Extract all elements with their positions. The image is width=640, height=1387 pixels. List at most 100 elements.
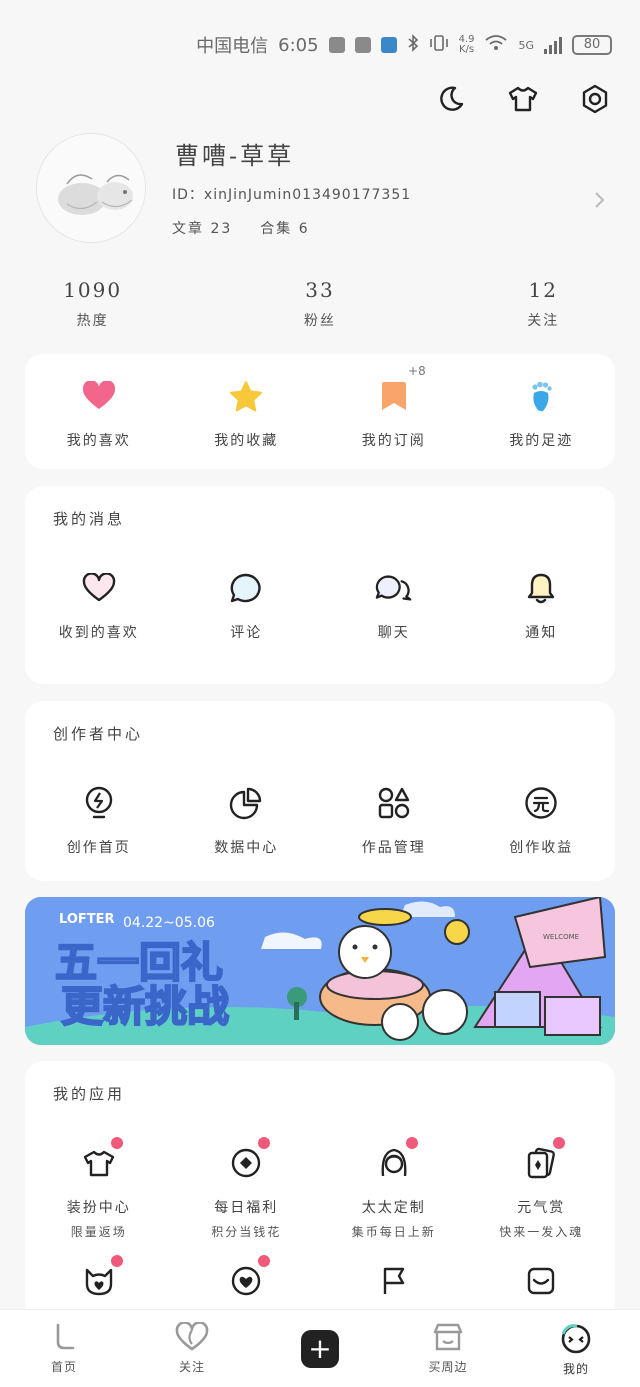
my-likes-button[interactable]: 我的喜欢 <box>25 376 173 450</box>
message-label: 收到的喜欢 <box>58 625 139 641</box>
notification-icon <box>380 37 397 53</box>
apps-title: 我的应用 <box>53 1085 126 1103</box>
cat-heart-icon <box>85 1268 112 1296</box>
gear-icon <box>582 84 608 114</box>
inbox-icon <box>528 1267 555 1295</box>
banner-tag: WELCOME <box>543 933 579 941</box>
moon-icon <box>440 86 464 111</box>
collections-count[interactable]: 合集 6 <box>260 218 309 238</box>
follow-heart-icon <box>175 1322 209 1351</box>
carrier-label: 中国电信 <box>196 36 269 57</box>
bookmark-icon <box>381 382 406 410</box>
nav-me[interactable]: 我的 <box>512 1310 640 1387</box>
my-favorites-button[interactable]: 我的收藏 <box>173 376 321 450</box>
stat-label: 关注 <box>527 313 560 329</box>
promo-banner[interactable]: LOFTER 04.22~05.06 五一回礼 更新挑战 WELCOME <box>25 897 615 1045</box>
daily-welfare-button[interactable]: 每日福利 积分当钱花 <box>173 1137 321 1240</box>
net-speed: 4.9 K/s <box>458 34 475 55</box>
settings-button[interactable] <box>578 82 612 116</box>
custom-order-button[interactable]: 太太定制 集币每日上新 <box>320 1137 468 1240</box>
nav-label: 首页 <box>50 1360 77 1374</box>
my-subscriptions-button[interactable]: +8 我的订阅 <box>320 364 468 450</box>
tshirt-icon <box>83 1150 114 1177</box>
profile-detail-button[interactable] <box>594 190 606 214</box>
coin-icon <box>232 1148 261 1178</box>
app-heart-button[interactable] <box>173 1255 321 1301</box>
my-footprints-button[interactable]: 我的足迹 <box>468 376 616 450</box>
stat-value: 33 <box>305 278 335 302</box>
shapes-icon <box>378 787 409 819</box>
yuanqi-reward-button[interactable]: 元气赏 快来一发入魂 <box>468 1137 616 1240</box>
heart-badge-icon <box>232 1266 261 1296</box>
app-cat-button[interactable] <box>25 1255 173 1301</box>
app-inbox-button[interactable] <box>468 1261 616 1301</box>
stat-fans[interactable]: 33 粉丝 <box>213 278 426 330</box>
network-type: 5G <box>518 38 534 52</box>
creator-label: 数据中心 <box>214 840 279 856</box>
nav-home[interactable]: 首页 <box>0 1310 128 1387</box>
new-dot <box>258 1255 271 1267</box>
message-label: 通知 <box>525 625 558 641</box>
profile-stats: 1090 热度 33 粉丝 12 关注 <box>0 278 640 330</box>
messages-card: 我的消息 收到的喜欢 评论 聊天 通知 <box>25 486 615 684</box>
works-management-button[interactable]: 作品管理 <box>320 783 468 857</box>
notifications-button[interactable]: 通知 <box>468 568 616 642</box>
new-dot <box>553 1137 566 1149</box>
received-likes-button[interactable]: 收到的喜欢 <box>25 568 173 642</box>
quick-action-label: 我的喜欢 <box>66 433 131 449</box>
bulb-icon <box>85 786 112 819</box>
avatar[interactable] <box>36 133 146 243</box>
clock: 6:05 <box>278 34 319 56</box>
nav-label: 我的 <box>562 1362 589 1376</box>
banner-dates: 04.22~05.06 <box>123 915 215 931</box>
nav-label: 关注 <box>178 1360 205 1374</box>
dressup-button[interactable] <box>506 82 540 116</box>
app-sublabel: 积分当钱花 <box>211 1225 282 1239</box>
chat-icon <box>375 575 412 601</box>
quick-action-label: 我的订阅 <box>361 433 426 449</box>
plus-icon: + <box>301 1330 339 1368</box>
new-dot <box>258 1137 271 1149</box>
app-label: 太太定制 <box>361 1200 426 1216</box>
creator-title: 创作者中心 <box>53 725 144 743</box>
data-center-button[interactable]: 数据中心 <box>173 783 321 857</box>
creator-earnings-button[interactable]: 创作收益 <box>468 783 616 857</box>
flag-icon <box>383 1267 404 1294</box>
heart-icon <box>82 381 115 409</box>
nav-follow[interactable]: 关注 <box>128 1310 256 1387</box>
app-sublabel: 集币每日上新 <box>351 1225 436 1239</box>
nav-create[interactable]: + <box>256 1310 384 1387</box>
comment-icon <box>230 573 261 603</box>
app-label: 装扮中心 <box>66 1200 131 1216</box>
articles-count[interactable]: 文章 23 <box>172 218 232 238</box>
stat-following[interactable]: 12 关注 <box>437 278 640 330</box>
stat-value: 1090 <box>63 278 123 302</box>
banner-line2: 更新挑战 <box>61 982 229 1031</box>
quick-actions-card: 我的喜欢 我的收藏 +8 我的订阅 我的足迹 <box>25 354 615 469</box>
messages-title: 我的消息 <box>53 510 126 528</box>
app-flag-button[interactable] <box>320 1261 468 1301</box>
battery-icon: 80 <box>572 35 612 55</box>
me-face-icon <box>561 1324 591 1354</box>
creator-home-button[interactable]: 创作首页 <box>25 783 173 857</box>
chat-button[interactable]: 聊天 <box>320 568 468 642</box>
message-label: 聊天 <box>377 625 410 641</box>
girl-icon <box>381 1148 407 1177</box>
creator-center-card: 创作者中心 创作首页 数据中心 作品管理 创作收益 <box>25 701 615 881</box>
app-label: 元气赏 <box>517 1200 566 1216</box>
quick-action-label: 我的收藏 <box>214 433 279 449</box>
nav-shop[interactable]: 买周边 <box>384 1310 512 1387</box>
night-mode-button[interactable] <box>434 82 468 116</box>
comments-button[interactable]: 评论 <box>173 568 321 642</box>
creator-label: 创作收益 <box>509 840 574 856</box>
avatar-image <box>37 134 145 242</box>
dressup-center-button[interactable]: 装扮中心 限量返场 <box>25 1137 173 1240</box>
profile-counts: 文章 23 合集 6 <box>172 218 310 238</box>
banner-illustration: LOFTER 04.22~05.06 五一回礼 更新挑战 WELCOME <box>25 897 615 1045</box>
my-apps-card: 我的应用 装扮中心 限量返场 每日福利 积分当钱花 太太定制 集币每日上新 元气… <box>25 1061 615 1341</box>
notification-icon <box>354 37 371 53</box>
pie-chart-icon <box>230 787 262 820</box>
cards-icon <box>528 1147 556 1179</box>
stat-heat[interactable]: 1090 热度 <box>0 278 199 330</box>
bluetooth-icon <box>407 33 419 57</box>
